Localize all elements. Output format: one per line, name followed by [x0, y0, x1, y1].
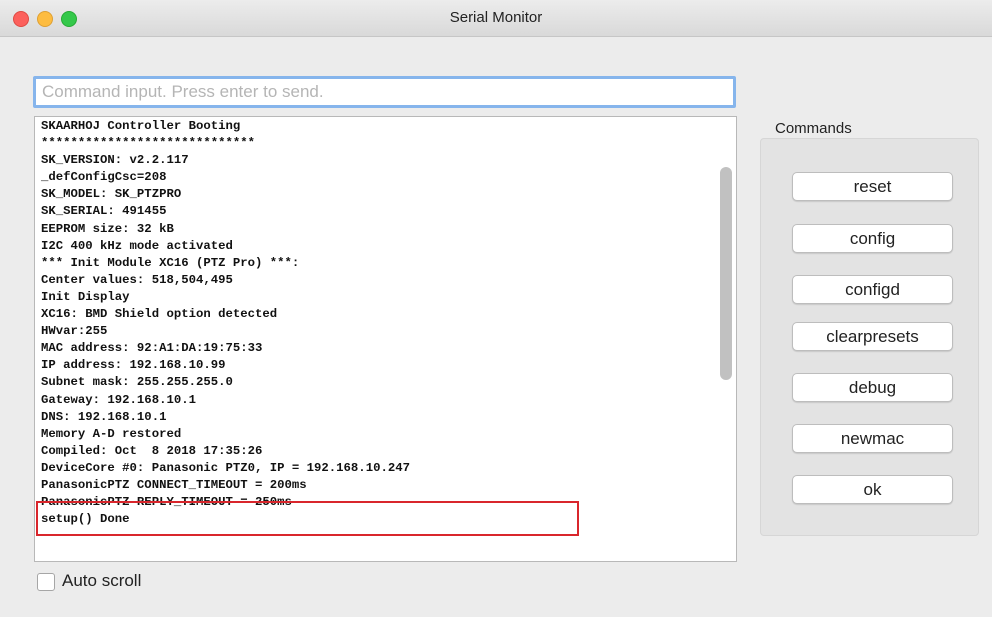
timeout-lines-highlight-box — [36, 501, 579, 536]
log-line: HWvar:255 — [41, 324, 108, 339]
log-line: Subnet mask: 255.255.255.0 — [41, 375, 233, 390]
debug-button[interactable]: debug — [792, 373, 953, 402]
log-line: SK_VERSION: v2.2.117 — [41, 153, 189, 168]
log-line: _defConfigCsc=208 — [41, 170, 167, 185]
log-line: DeviceCore #0: Panasonic PTZ0, IP = 192.… — [41, 460, 410, 475]
newmac-button[interactable]: newmac — [792, 424, 953, 453]
commands-title: Commands — [775, 120, 852, 137]
log-line: XC16: BMD Shield option detected — [41, 307, 278, 322]
log-line: Center values: 518,504,495 — [41, 272, 233, 287]
serial-monitor-window: Serial Monitor SKAARHOJ Controller Booti… — [0, 0, 992, 617]
log-line: MAC address: 92:A1:DA:19:75:33 — [41, 341, 263, 356]
command-input[interactable] — [33, 76, 736, 108]
zoom-window-button[interactable] — [61, 11, 77, 27]
serial-output-log[interactable]: SKAARHOJ Controller Booting ************… — [34, 116, 737, 562]
log-line: SK_MODEL: SK_PTZPRO — [41, 187, 182, 202]
log-line: SK_SERIAL: 491455 — [41, 204, 167, 219]
log-line: EEPROM size: 32 kB — [41, 221, 174, 236]
config-button[interactable]: config — [792, 224, 953, 253]
log-lines: SKAARHOJ Controller Booting ************… — [41, 118, 410, 528]
log-line: Gateway: 192.168.10.1 — [41, 392, 196, 407]
log-line: *** Init Module XC16 (PTZ Pro) ***: — [41, 255, 300, 270]
close-window-button[interactable] — [13, 11, 29, 27]
reset-button[interactable]: reset — [792, 172, 953, 201]
log-line: PanasonicPTZ CONNECT_TIMEOUT = 200ms — [41, 477, 307, 492]
title-bar: Serial Monitor — [0, 0, 992, 37]
log-scrollbar-thumb[interactable] — [720, 167, 732, 380]
auto-scroll-label: Auto scroll — [62, 571, 142, 590]
log-line: I2C 400 kHz mode activated — [41, 238, 233, 253]
log-line: Compiled: Oct 8 2018 17:35:26 — [41, 443, 263, 458]
configd-button[interactable]: configd — [792, 275, 953, 304]
log-line: Init Display — [41, 289, 130, 304]
ok-button[interactable]: ok — [792, 475, 953, 504]
window-title: Serial Monitor — [449, 9, 543, 26]
auto-scroll-checkbox[interactable] — [37, 573, 55, 591]
log-line: IP address: 192.168.10.99 — [41, 358, 226, 373]
log-line: Memory A-D restored — [41, 426, 182, 441]
log-line: ***************************** — [41, 136, 256, 151]
log-line: DNS: 192.168.10.1 — [41, 409, 167, 424]
log-line: SKAARHOJ Controller Booting — [41, 119, 241, 133]
minimize-window-button[interactable] — [37, 11, 53, 27]
clearpresets-button[interactable]: clearpresets — [792, 322, 953, 351]
